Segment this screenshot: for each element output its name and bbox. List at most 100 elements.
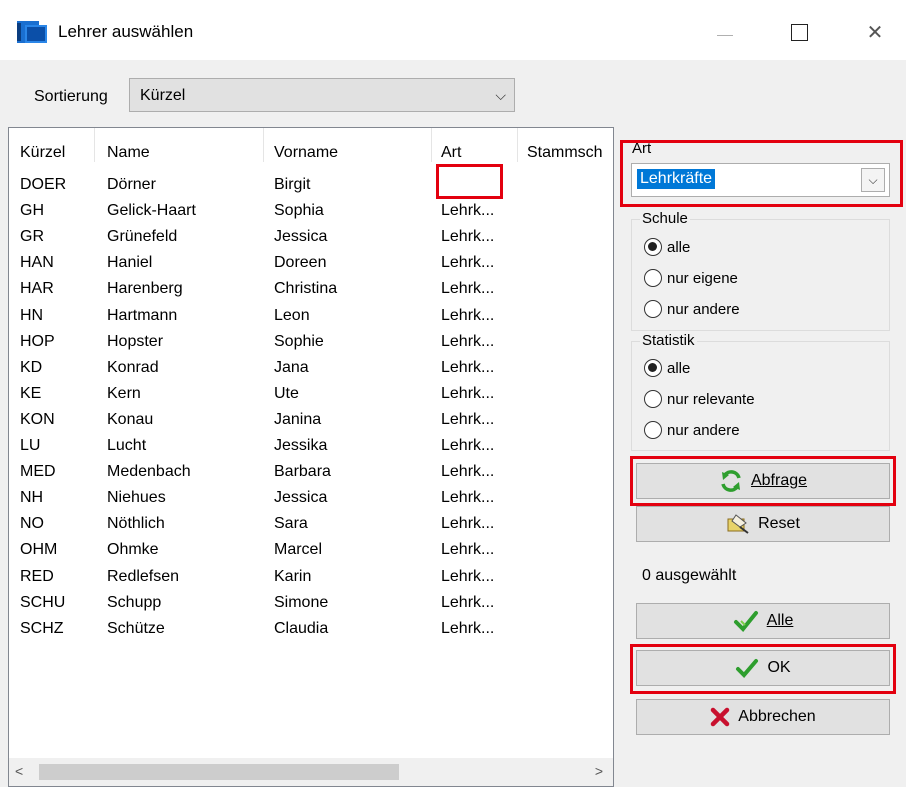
radio-schule-alle[interactable]: alle xyxy=(644,238,690,256)
radio-statistik-alle[interactable]: alle xyxy=(644,359,690,377)
table-row[interactable]: KD Konrad Jana Lehrk... xyxy=(9,359,613,385)
table-row[interactable]: NO Nöthlich Sara Lehrk... xyxy=(9,515,613,541)
table-cell: Janina xyxy=(274,410,322,428)
table-cell: SCHZ xyxy=(20,619,64,637)
radio-schule-nur-andere[interactable]: nur andere xyxy=(644,300,740,318)
table-cell: Lehrk... xyxy=(441,567,495,585)
table-cell: Schupp xyxy=(107,593,162,611)
table-cell: Haniel xyxy=(107,254,153,272)
radio-unchecked-icon xyxy=(644,300,662,318)
maximize-icon[interactable] xyxy=(776,14,822,50)
table-cell: Ute xyxy=(274,384,299,402)
table-cell: KE xyxy=(20,384,42,402)
table-row[interactable]: HOP Hopster Sophie Lehrk... xyxy=(9,333,613,359)
table-cell: Sophie xyxy=(274,332,324,350)
table-cell: Jessika xyxy=(274,437,328,454)
table-cell: HAN xyxy=(20,254,54,272)
statistik-group: Statistik alle nur relevante nur andere xyxy=(631,332,890,451)
table-cell: Lehrk... xyxy=(441,332,495,350)
scroll-left-icon[interactable]: < xyxy=(15,763,23,779)
table-row[interactable]: KE Kern Ute Lehrk... xyxy=(9,385,613,411)
radio-statistik-nur-andere[interactable]: nur andere xyxy=(644,421,740,439)
table-cell: Konrad xyxy=(107,358,159,376)
horizontal-scrollbar[interactable]: < > xyxy=(9,758,613,786)
check-icon xyxy=(733,610,759,632)
sort-value: Kürzel xyxy=(140,87,186,104)
abbrechen-button[interactable]: Abbrechen xyxy=(636,699,890,735)
table-cell: Nöthlich xyxy=(107,515,165,533)
table-row[interactable]: SCHZ Schütze Claudia Lehrk... xyxy=(9,620,613,646)
radio-unchecked-icon xyxy=(644,269,662,287)
highlight-box-abfrage xyxy=(630,456,896,506)
table-cell: Jana xyxy=(274,358,309,376)
table-cell: MED xyxy=(20,463,56,481)
table-cell: Lehrk... xyxy=(441,202,495,220)
window-title: Lehrer auswählen xyxy=(58,22,194,41)
table-cell: Simone xyxy=(274,593,329,611)
table-row[interactable]: KON Konau Janina Lehrk... xyxy=(9,411,613,437)
table-row[interactable]: HN Hartmann Leon Lehrk... xyxy=(9,307,613,333)
scroll-right-icon[interactable]: > xyxy=(595,763,603,779)
table-cell: Lehrk... xyxy=(441,228,495,246)
table-row[interactable]: HAR Harenberg Christina Lehrk... xyxy=(9,280,613,306)
table-cell: KON xyxy=(20,410,55,428)
table-cell: Schütze xyxy=(107,619,165,637)
title-bar: Lehrer auswählen ✕ xyxy=(0,0,906,60)
table-cell: Lehrk... xyxy=(441,384,495,402)
radio-schule-nur-eigene[interactable]: nur eigene xyxy=(644,269,738,287)
table-cell: Karin xyxy=(274,567,312,585)
table-cell: Jessica xyxy=(274,489,328,507)
table-cell: Lehrk... xyxy=(441,593,495,611)
table-row[interactable]: LU Lucht Jessika Lehrk... xyxy=(9,437,613,463)
table-row[interactable]: HAN Haniel Doreen Lehrk... xyxy=(9,254,613,280)
table-cell: HN xyxy=(20,306,44,324)
table-cell: Lucht xyxy=(107,437,147,454)
radio-statistik-nur-relevante[interactable]: nur relevante xyxy=(644,390,755,408)
table-cell: Christina xyxy=(274,280,338,298)
radio-unchecked-icon xyxy=(644,390,662,408)
table-cell: Dörner xyxy=(107,176,156,193)
table-cell: Lehrk... xyxy=(441,489,495,507)
table-cell: Hopster xyxy=(107,332,164,350)
table-cell: Medenbach xyxy=(107,463,191,481)
scrollbar-thumb[interactable] xyxy=(39,764,399,780)
table-cell: Lehrk... xyxy=(441,358,495,376)
column-header-kuerzel[interactable]: Kürzel xyxy=(20,144,65,162)
table-cell: Lehrk... xyxy=(441,306,495,324)
table-cell: Harenberg xyxy=(107,280,183,298)
table-row[interactable]: NH Niehues Jessica Lehrk... xyxy=(9,489,613,515)
radio-unchecked-icon xyxy=(644,421,662,439)
reset-button[interactable]: Reset xyxy=(636,506,890,542)
close-icon[interactable]: ✕ xyxy=(852,14,898,50)
app-icon xyxy=(17,21,47,43)
table-cell: Lehrk... xyxy=(441,463,495,481)
table-cell: Kern xyxy=(107,384,141,402)
radio-checked-icon xyxy=(644,238,662,256)
table-row[interactable]: RED Redlefsen Karin Lehrk... xyxy=(9,568,613,594)
table-row[interactable]: DOER Dörner Birgit xyxy=(9,176,613,202)
cancel-x-icon xyxy=(710,707,730,727)
table-row[interactable]: GR Grünefeld Jessica Lehrk... xyxy=(9,228,613,254)
teacher-list[interactable]: Kürzel Name Vorname Art Stammsch DOER Dör… xyxy=(8,127,614,787)
table-cell: Hartmann xyxy=(107,306,178,324)
minimize-icon[interactable] xyxy=(702,14,748,50)
table-cell: Lehrk... xyxy=(441,541,495,559)
alle-button[interactable]: Alle xyxy=(636,603,890,639)
column-header-stammschule[interactable]: Stammsch xyxy=(527,144,603,162)
table-cell: Lehrk... xyxy=(441,254,495,272)
table-cell: NH xyxy=(20,489,44,507)
table-row[interactable]: MED Medenbach Barbara Lehrk... xyxy=(9,463,613,489)
table-cell: Sophia xyxy=(274,202,324,220)
column-header-name[interactable]: Name xyxy=(107,144,150,162)
schule-group: Schule alle nur eigene nur andere xyxy=(631,210,890,331)
table-cell: Konau xyxy=(107,410,154,428)
column-header-vorname[interactable]: Vorname xyxy=(274,144,338,162)
column-header-art[interactable]: Art xyxy=(441,144,461,162)
table-row[interactable]: SCHU Schupp Simone Lehrk... xyxy=(9,594,613,620)
sort-select[interactable]: Kürzel ⌵ xyxy=(129,78,515,112)
table-row[interactable]: OHM Ohmke Marcel Lehrk... xyxy=(9,541,613,567)
table-cell: DOER xyxy=(20,176,67,193)
table-row[interactable]: GH Gelick-Haart Sophia Lehrk... xyxy=(9,202,613,228)
table-cell: Sara xyxy=(274,515,308,533)
selection-count: 0 ausgewählt xyxy=(642,567,737,584)
